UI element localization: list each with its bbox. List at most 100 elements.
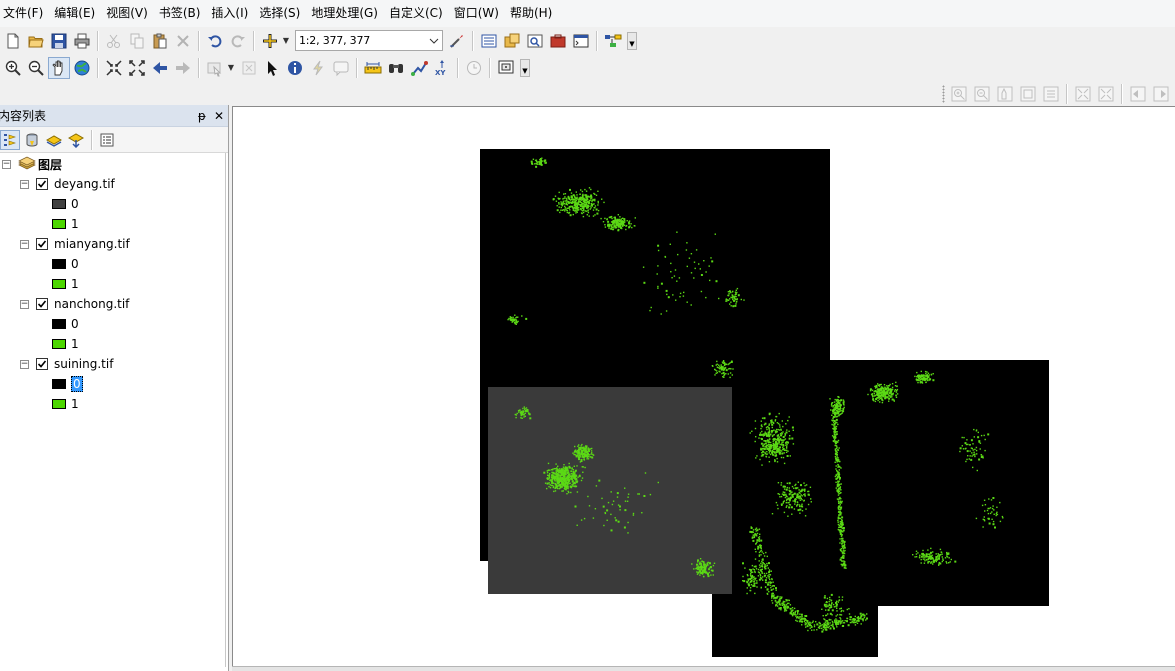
- legend-swatch[interactable]: [52, 339, 66, 349]
- collapse-icon[interactable]: −: [20, 299, 29, 309]
- menu-bookmarks[interactable]: 书签(B): [154, 0, 207, 27]
- menu-file[interactable]: 文件(F): [0, 0, 49, 27]
- legend-swatch[interactable]: [52, 219, 66, 229]
- map-scale-combo[interactable]: 1:2, 377, 377: [295, 30, 443, 51]
- create-viewer-icon[interactable]: [495, 57, 517, 79]
- zoom-whole-page-icon[interactable]: [1017, 83, 1039, 105]
- layout-zoom-out-icon[interactable]: [971, 83, 993, 105]
- layer-row-nanchong[interactable]: − nanchong.tif: [20, 295, 129, 313]
- fixed-zoom-in-icon[interactable]: [103, 57, 125, 79]
- open-folder-icon[interactable]: [25, 30, 47, 52]
- collapse-icon[interactable]: −: [20, 239, 29, 249]
- menu-windows[interactable]: 窗口(W): [449, 0, 505, 27]
- undo-icon[interactable]: [204, 30, 226, 52]
- legend-class-row[interactable]: 1: [52, 335, 79, 353]
- collapse-icon[interactable]: −: [20, 359, 29, 369]
- layout-fixed-zoom-in-icon[interactable]: [1072, 83, 1094, 105]
- collapse-icon[interactable]: −: [2, 159, 11, 169]
- select-features-icon[interactable]: [204, 57, 226, 79]
- layer-visibility-checkbox[interactable]: [36, 178, 48, 190]
- paste-icon[interactable]: [149, 30, 171, 52]
- layer-row-deyang[interactable]: − deyang.tif: [20, 175, 115, 193]
- map-canvas[interactable]: [233, 107, 1175, 667]
- python-window-icon[interactable]: [570, 30, 592, 52]
- zoom-in-icon[interactable]: [2, 57, 24, 79]
- save-icon[interactable]: [48, 30, 70, 52]
- select-features-dropdown-icon[interactable]: ▼: [227, 57, 235, 79]
- layout-fixed-zoom-out-icon[interactable]: [1095, 83, 1117, 105]
- clear-selection-icon[interactable]: [238, 57, 260, 79]
- layout-zoom-in-icon[interactable]: [948, 83, 970, 105]
- legend-swatch[interactable]: [52, 199, 66, 209]
- pan-icon[interactable]: [48, 56, 70, 79]
- legend-swatch[interactable]: [52, 319, 66, 329]
- add-data-dropdown-icon[interactable]: ▼: [282, 30, 290, 52]
- layer-row-mianyang[interactable]: − mianyang.tif: [20, 235, 130, 253]
- select-elements-icon[interactable]: [261, 57, 283, 79]
- editor-toolbar-icon[interactable]: [446, 30, 468, 52]
- collapse-icon[interactable]: −: [20, 179, 29, 189]
- toolbar-overflow-icon[interactable]: ▼: [520, 58, 530, 77]
- pin-icon[interactable]: ᵽ: [198, 110, 206, 122]
- menu-edit[interactable]: 编辑(E): [49, 0, 101, 27]
- legend-class-row[interactable]: 1: [52, 275, 79, 293]
- fixed-zoom-out-icon[interactable]: [126, 57, 148, 79]
- back-extent-icon[interactable]: [149, 57, 171, 79]
- menu-insert[interactable]: 插入(I): [206, 0, 254, 27]
- legend-swatch[interactable]: [52, 279, 66, 289]
- layer-visibility-checkbox[interactable]: [36, 298, 48, 310]
- legend-swatch[interactable]: [52, 379, 66, 389]
- list-by-source-icon[interactable]: [22, 130, 42, 150]
- copy-icon[interactable]: [126, 30, 148, 52]
- menu-help[interactable]: 帮助(H): [505, 0, 558, 27]
- forward-extent-icon[interactable]: [172, 57, 194, 79]
- html-popup-icon[interactable]: [330, 57, 352, 79]
- toc-options-icon[interactable]: [97, 130, 117, 150]
- legend-class-row[interactable]: 0: [52, 375, 83, 393]
- delete-icon[interactable]: [172, 30, 194, 52]
- zoom-out-icon[interactable]: [25, 57, 47, 79]
- list-by-visibility-icon[interactable]: [44, 130, 64, 150]
- legend-class-label-selected[interactable]: 0: [71, 376, 83, 392]
- legend-class-row[interactable]: 1: [52, 215, 79, 233]
- legend-class-row[interactable]: 1: [52, 395, 79, 413]
- layer-visibility-checkbox[interactable]: [36, 358, 48, 370]
- chevron-down-icon[interactable]: [426, 31, 442, 50]
- list-by-drawing-order-icon[interactable]: [0, 129, 20, 150]
- modelbuilder-icon[interactable]: [602, 30, 624, 52]
- cut-icon[interactable]: [103, 30, 125, 52]
- menu-geoprocessing[interactable]: 地理处理(G): [306, 0, 384, 27]
- full-extent-icon[interactable]: [71, 57, 93, 79]
- menu-view[interactable]: 视图(V): [101, 0, 154, 27]
- catalog-icon[interactable]: [501, 30, 523, 52]
- print-icon[interactable]: [71, 30, 93, 52]
- legend-swatch[interactable]: [52, 259, 66, 269]
- layer-row-suining[interactable]: − suining.tif: [20, 355, 113, 373]
- new-document-icon[interactable]: [2, 30, 24, 52]
- zoom-100-percent-icon[interactable]: [1040, 83, 1062, 105]
- hyperlink-icon[interactable]: [307, 57, 329, 79]
- layer-visibility-checkbox[interactable]: [36, 238, 48, 250]
- table-of-contents-icon[interactable]: [478, 30, 500, 52]
- add-data-icon[interactable]: [259, 30, 281, 52]
- time-slider-icon[interactable]: [463, 57, 485, 79]
- layout-pan-icon[interactable]: [994, 83, 1016, 105]
- measure-icon[interactable]: [362, 57, 384, 79]
- identify-icon[interactable]: [284, 57, 306, 79]
- legend-class-row[interactable]: 0: [52, 195, 79, 213]
- legend-swatch[interactable]: [52, 399, 66, 409]
- legend-class-row[interactable]: 0: [52, 255, 79, 273]
- map-view[interactable]: [232, 106, 1175, 666]
- find-icon[interactable]: [385, 57, 407, 79]
- layout-forward-extent-icon[interactable]: [1150, 83, 1172, 105]
- close-icon[interactable]: ✕: [214, 110, 224, 122]
- toolbar-grip[interactable]: [942, 84, 945, 103]
- redo-icon[interactable]: [227, 30, 249, 52]
- map-scale-value[interactable]: 1:2, 377, 377: [296, 34, 370, 47]
- menu-selection[interactable]: 选择(S): [254, 0, 306, 27]
- legend-class-row[interactable]: 0: [52, 315, 79, 333]
- go-to-xy-icon[interactable]: XY: [431, 57, 453, 79]
- layers-group-row[interactable]: − 图层: [2, 155, 62, 173]
- list-by-selection-icon[interactable]: [66, 130, 86, 150]
- menu-customize[interactable]: 自定义(C): [384, 0, 449, 27]
